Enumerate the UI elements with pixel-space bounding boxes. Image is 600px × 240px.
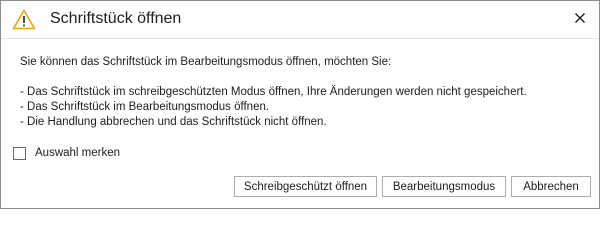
message-intro: Sie können das Schriftstück im Bearbeitu…: [20, 56, 392, 68]
edit-mode-button[interactable]: Bearbeitungsmodus: [382, 176, 506, 197]
dialog-titlebar: Schriftstück öffnen: [1, 1, 599, 39]
warning-icon: [12, 9, 36, 30]
option-edit-text: - Das Schriftstück im Bearbeitungsmodus …: [20, 101, 270, 113]
dialog-message: Sie können das Schriftstück im Bearbeitu…: [20, 55, 527, 130]
option-readonly-text: - Das Schriftstück im schreibgeschützten…: [20, 86, 527, 98]
remember-checkbox[interactable]: [13, 146, 26, 160]
cancel-button[interactable]: Abbrechen: [511, 176, 591, 197]
dialog-buttons: Schreibgeschützt öffnen Bearbeitungsmodu…: [234, 176, 591, 197]
remember-choice[interactable]: Auswahl merken: [13, 145, 120, 161]
dialog-title: Schriftstück öffnen: [50, 10, 182, 27]
close-icon[interactable]: [571, 9, 589, 27]
option-list: - Das Schriftstück im schreibgeschützten…: [20, 85, 527, 130]
option-cancel-text: - Die Handlung abbrechen und das Schrift…: [20, 116, 327, 128]
open-readonly-button[interactable]: Schreibgeschützt öffnen: [234, 176, 377, 197]
remember-label: Auswahl merken: [35, 147, 121, 159]
open-document-dialog: Schriftstück öffnen Sie können das Schri…: [0, 0, 600, 209]
